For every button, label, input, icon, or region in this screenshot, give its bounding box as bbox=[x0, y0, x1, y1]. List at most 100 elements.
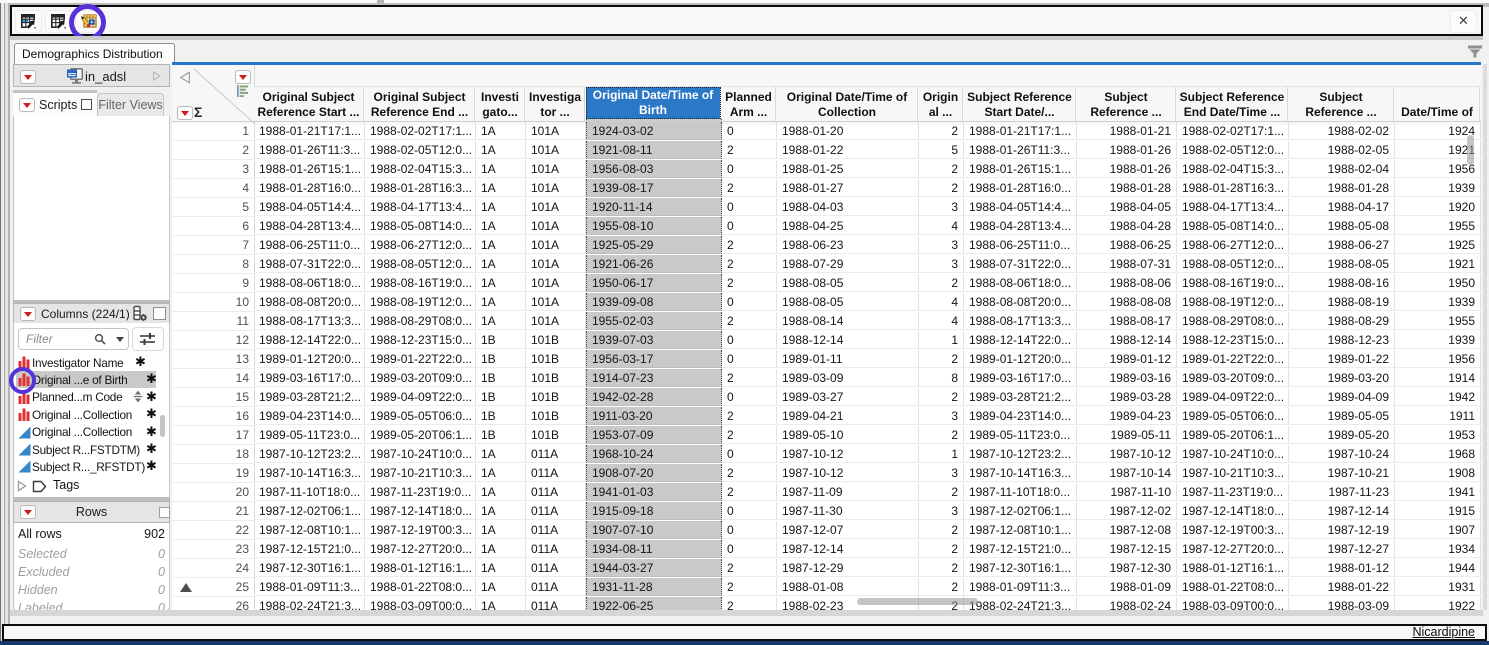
row-number[interactable]: 3 bbox=[172, 160, 255, 179]
table-cell[interactable]: 4 bbox=[919, 217, 964, 235]
table-cell[interactable]: 1988-08-14 bbox=[777, 312, 919, 330]
table-cell[interactable]: 101A bbox=[526, 122, 586, 140]
column-properties-asterisk-icon[interactable]: ✱ bbox=[146, 406, 157, 422]
table-cell[interactable]: 1989-04-09 bbox=[1289, 388, 1395, 406]
table-cell[interactable]: 1987-10-12 bbox=[1077, 445, 1177, 463]
table-cell[interactable]: 1988-07-29 bbox=[777, 255, 919, 273]
table-cell[interactable]: 1988-04-28T13:4... bbox=[254, 217, 365, 235]
table-cell[interactable]: 011A bbox=[526, 502, 586, 520]
table-cell[interactable]: 1989-03-20T09:0... bbox=[1177, 369, 1289, 387]
table-cell[interactable]: 3 bbox=[919, 255, 964, 273]
table-cell[interactable]: 011A bbox=[526, 483, 586, 501]
table-cell[interactable]: 2 bbox=[919, 160, 964, 178]
table-cell[interactable]: 1988-01-28T16:0... bbox=[964, 179, 1077, 197]
tab-demographics-distribution[interactable]: Demographics Distribution bbox=[14, 43, 175, 65]
table-cell[interactable]: 1989-05-20T06:1... bbox=[1177, 426, 1289, 444]
row-number[interactable]: 1 bbox=[172, 122, 255, 141]
table-cell[interactable]: 1B bbox=[476, 426, 526, 444]
table-cell[interactable]: 1988-06-23 bbox=[777, 236, 919, 254]
table-cell[interactable]: 1A bbox=[476, 141, 526, 159]
tags-expand-icon[interactable] bbox=[17, 480, 27, 492]
table-cell[interactable]: 1989-03-28T21:2... bbox=[964, 388, 1077, 406]
table-cell[interactable]: 1987-11-30 bbox=[777, 502, 919, 520]
table-cell[interactable]: 1922-06-25 bbox=[586, 597, 722, 610]
table-cell[interactable]: 1988-02-04T15:3... bbox=[365, 160, 476, 178]
column-header[interactable]: SubjectReference ... bbox=[1289, 87, 1394, 122]
status-link[interactable]: Nicardipine bbox=[1412, 625, 1475, 639]
filter-settings-button[interactable] bbox=[132, 327, 164, 351]
table-cell[interactable]: 1987-12-15T21:0... bbox=[964, 540, 1077, 558]
table-cell[interactable]: 1988-02-02T17:1... bbox=[365, 122, 476, 140]
table-cell[interactable]: 1987-12-15 bbox=[1077, 540, 1177, 558]
table-cell[interactable]: 1A bbox=[476, 483, 526, 501]
table-cell[interactable]: 1987-12-02 bbox=[1077, 502, 1177, 520]
table-cell[interactable]: 1989-03-28 bbox=[1077, 388, 1177, 406]
row-number[interactable]: 19 bbox=[172, 464, 255, 483]
table-cell[interactable]: 1922 bbox=[1395, 597, 1481, 610]
table-cell[interactable]: 1988-01-26T11:3... bbox=[254, 141, 365, 159]
table-cell[interactable]: 1987-12-19 bbox=[1289, 521, 1395, 539]
column-list-icon[interactable] bbox=[236, 85, 249, 97]
table-cell[interactable]: 1988-02-04 bbox=[1289, 160, 1395, 178]
table-cell[interactable]: 0 bbox=[722, 502, 777, 520]
table-cell[interactable]: 1988-08-16T19:0... bbox=[365, 274, 476, 292]
table-cell[interactable]: 1988-08-17T13:3... bbox=[964, 312, 1077, 330]
table-cell[interactable]: 1B bbox=[476, 331, 526, 349]
table-cell[interactable]: 1908-07-20 bbox=[586, 464, 722, 482]
table-cell[interactable]: 2 bbox=[919, 179, 964, 197]
table-cell[interactable]: 1955-08-10 bbox=[586, 217, 722, 235]
table-cell[interactable]: 1911-03-20 bbox=[586, 407, 722, 425]
table-cell[interactable]: 0 bbox=[722, 198, 777, 216]
row-number[interactable]: 5 bbox=[172, 198, 255, 217]
table-cell[interactable]: 1989-05-11T23:0... bbox=[964, 426, 1077, 444]
table-cell[interactable]: 2 bbox=[722, 426, 777, 444]
table-cell[interactable]: 1988-04-17T13:4... bbox=[1177, 198, 1289, 216]
new-data-view-button[interactable] bbox=[15, 10, 42, 33]
table-cell[interactable]: 1988-08-05 bbox=[1289, 255, 1395, 273]
table-cell[interactable]: 1A bbox=[476, 502, 526, 520]
table-cell[interactable]: 2 bbox=[919, 426, 964, 444]
table-menu-button[interactable] bbox=[20, 70, 36, 84]
column-list-item[interactable]: Original ...Collection✱ bbox=[16, 406, 156, 423]
table-cell[interactable]: 1989-01-22 bbox=[1289, 350, 1395, 368]
table-cell[interactable]: 1988-12-23 bbox=[1289, 331, 1395, 349]
table-cell[interactable]: 1989-03-28T21:2... bbox=[254, 388, 365, 406]
table-cell[interactable]: 1988-04-05T14:4... bbox=[964, 198, 1077, 216]
table-cell[interactable]: 1987-10-12T23:2... bbox=[254, 445, 365, 463]
table-cell[interactable]: 1989-04-23T14:0... bbox=[254, 407, 365, 425]
table-cell[interactable]: 1988-01-21T17:1... bbox=[254, 122, 365, 140]
tags-row[interactable]: Tags bbox=[14, 477, 167, 496]
table-cell[interactable]: 1988-08-29T08:0... bbox=[1177, 312, 1289, 330]
table-cell[interactable]: 1988-01-09 bbox=[1077, 578, 1177, 596]
table-cell[interactable]: 101B bbox=[526, 407, 586, 425]
table-cell[interactable]: 1939 bbox=[1395, 293, 1481, 311]
table-cell[interactable]: 1988-06-27T12:0... bbox=[1177, 236, 1289, 254]
table-cell[interactable]: 1989-05-05 bbox=[1289, 407, 1395, 425]
table-cell[interactable]: 1988-02-24T21:3... bbox=[964, 597, 1077, 610]
table-cell[interactable]: 1987-12-07 bbox=[777, 521, 919, 539]
table-cell[interactable]: 1988-01-12T16:1... bbox=[365, 559, 476, 577]
table-cell[interactable]: 1988-06-27T12:0... bbox=[365, 236, 476, 254]
column-list-item[interactable]: Investigator Name✱ bbox=[16, 354, 156, 371]
table-cell[interactable]: 101B bbox=[526, 331, 586, 349]
table-cell[interactable]: 1987-12-14T18:0... bbox=[365, 502, 476, 520]
column-header[interactable]: Original SubjectReference Start ... bbox=[254, 87, 364, 122]
table-cell[interactable]: 1941-01-03 bbox=[586, 483, 722, 501]
table-cell[interactable]: 1914-07-23 bbox=[586, 369, 722, 387]
table-cell[interactable]: 1968 bbox=[1395, 445, 1481, 463]
table-cell[interactable]: 011A bbox=[526, 540, 586, 558]
table-cell[interactable]: 1988-02-04T15:3... bbox=[1177, 160, 1289, 178]
horizontal-scrollbar-thumb[interactable] bbox=[857, 598, 978, 605]
table-cell[interactable]: 1988-08-19 bbox=[1289, 293, 1395, 311]
table-cell[interactable]: 101A bbox=[526, 141, 586, 159]
table-cell[interactable]: 1987-10-12 bbox=[777, 464, 919, 482]
table-cell[interactable]: 1988-08-08T20:0... bbox=[254, 293, 365, 311]
table-cell[interactable]: 1A bbox=[476, 122, 526, 140]
column-header[interactable]: Original SubjectReference End ... bbox=[365, 87, 475, 122]
table-cell[interactable]: 1921 bbox=[1395, 255, 1481, 273]
table-cell[interactable]: 1939-09-08 bbox=[586, 293, 722, 311]
table-cell[interactable]: 1987-11-10T18:0... bbox=[254, 483, 365, 501]
table-cell[interactable]: 1988-12-23T15:0... bbox=[1177, 331, 1289, 349]
table-cell[interactable]: 1988-04-28T13:4... bbox=[964, 217, 1077, 235]
row-number[interactable]: 16 bbox=[172, 407, 255, 426]
